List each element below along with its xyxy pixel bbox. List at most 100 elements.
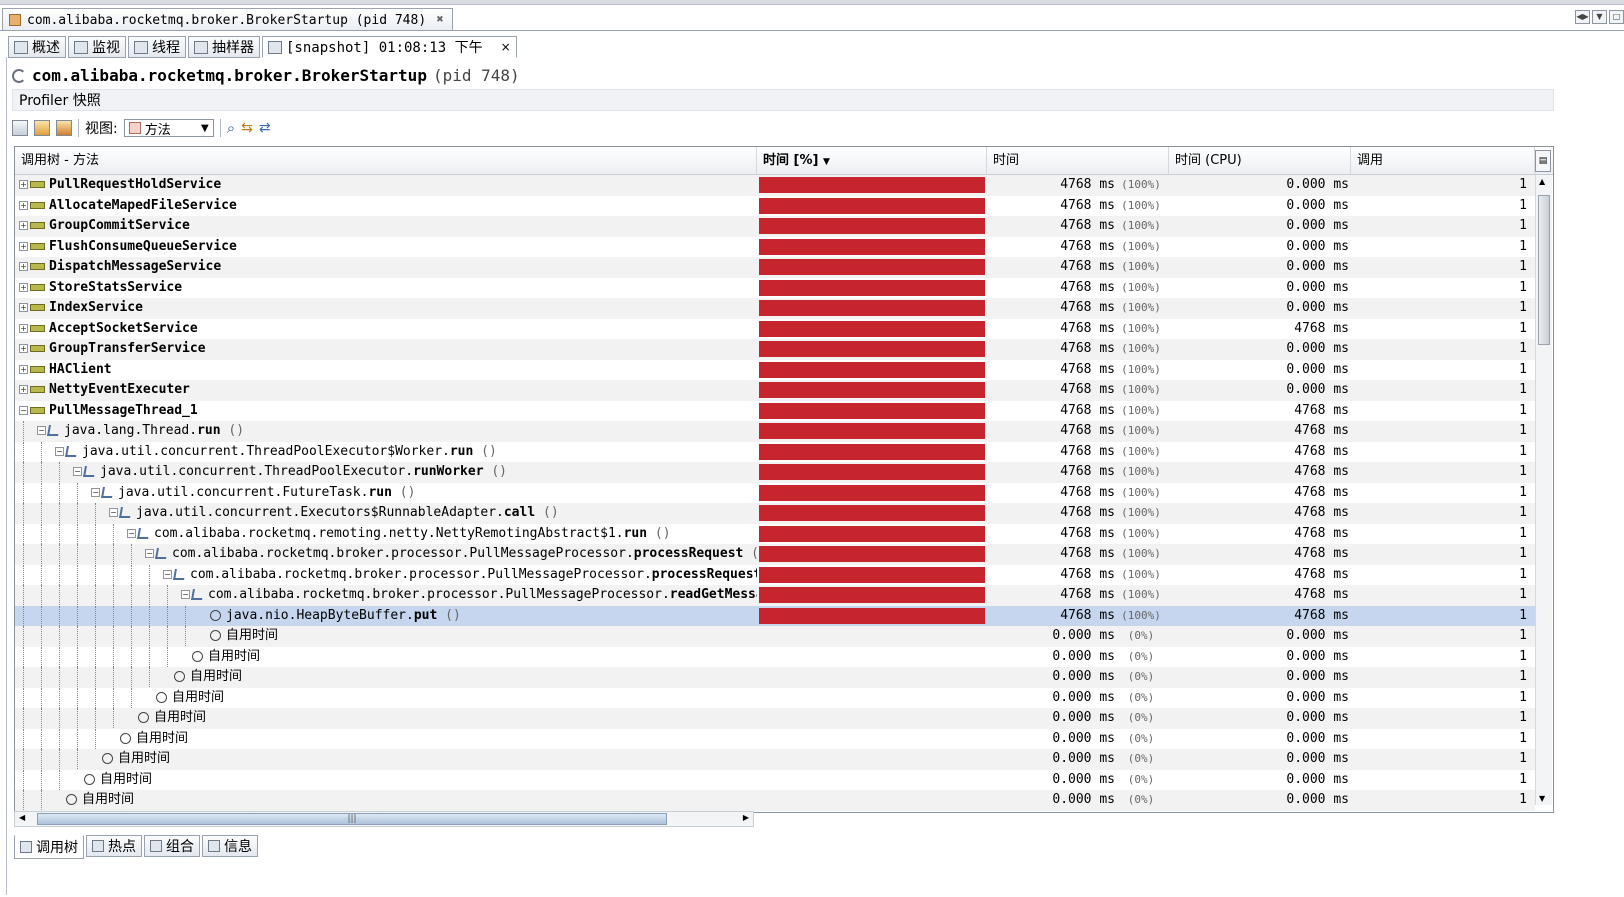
table-row[interactable]: + FlushConsumeQueueService 4768 ms (100%) 0.… <box>15 237 1535 258</box>
table-row[interactable]: − java.util.concurrent.FutureTask.run () 4… <box>15 482 1535 504</box>
tree-node[interactable]: 自用时间 <box>145 688 224 708</box>
table-row[interactable]: − com.alibaba.rocketmq.broker.processor.P… <box>15 544 1535 565</box>
column-header-time[interactable]: 时间 <box>987 147 1169 174</box>
tree-node[interactable]: + DispatchMessageService <box>19 257 221 277</box>
table-row[interactable]: + AllocateMapedFileService 4768 ms (100%) 0.… <box>15 196 1535 217</box>
export-image-icon[interactable] <box>56 120 72 136</box>
tree-node[interactable]: − PullMessageThread_1 <box>19 401 198 421</box>
bottom-tab-hotspots[interactable]: 热点 <box>86 835 142 857</box>
table-row[interactable]: 自用时间 0.000 ms (0%) 0.000 ms 1 <box>15 769 1535 791</box>
tree-node[interactable]: − com.alibaba.rocketmq.broker.processor.P… <box>181 585 757 605</box>
table-row[interactable]: + DispatchMessageService 4768 ms (100%) 0.00… <box>15 257 1535 278</box>
table-row[interactable]: − java.util.concurrent.ThreadPoolExecutor… <box>15 462 1535 483</box>
expand-icon[interactable]: + <box>19 364 28 374</box>
table-row[interactable]: 自用时间 0.000 ms (0%) 0.000 ms 1 <box>15 708 1535 729</box>
tab-threads[interactable]: 线程 <box>128 36 186 58</box>
table-row[interactable]: − com.alibaba.rocketmq.remoting.netty.Net… <box>15 523 1535 545</box>
table-row[interactable]: − java.lang.Thread.run () 4768 ms (100%) 476… <box>15 421 1535 442</box>
expand-icon[interactable]: + <box>19 344 28 353</box>
table-row[interactable]: java.nio.HeapByteBuffer.put () 4768 ms (10… <box>15 605 1535 626</box>
table-row[interactable]: + GroupTransferService 4768 ms (100%) 0.000 … <box>15 339 1535 360</box>
collapse-icon[interactable]: − <box>19 405 28 415</box>
tab-monitor[interactable]: 监视 <box>68 36 126 58</box>
expand-icon[interactable]: + <box>19 221 28 230</box>
collapse-icon[interactable]: − <box>55 446 64 456</box>
column-header-calls[interactable]: 调用 <box>1351 147 1535 174</box>
tree-node[interactable]: − com.alibaba.rocketmq.broker.processor.P… <box>163 565 757 585</box>
table-row[interactable]: + PullRequestHoldService 4768 ms (100%) 0.00… <box>15 175 1535 196</box>
collapse-icon[interactable]: − <box>181 590 190 599</box>
tree-node[interactable]: + GroupCommitService <box>19 216 190 236</box>
table-row[interactable]: + GroupCommitService 4768 ms (100%) 0.000 ms… <box>15 216 1535 237</box>
column-chooser-icon[interactable]: ▤ <box>1535 150 1551 172</box>
collapse-icon[interactable]: − <box>163 569 172 579</box>
tree-node[interactable]: 自用时间 <box>163 667 242 687</box>
table-row[interactable]: + StoreStatsService 4768 ms (100%) 0.000 ms 1 <box>15 278 1535 299</box>
tree-node[interactable]: + GroupTransferService <box>19 339 206 359</box>
save-icon[interactable] <box>12 120 28 136</box>
tree-node[interactable]: + AllocateMapedFileService <box>19 196 237 216</box>
tree-node[interactable]: 自用时间 <box>55 790 134 810</box>
column-header-tree[interactable]: 调用树 - 方法 <box>15 147 757 174</box>
bottom-tab-call-tree[interactable]: 调用树 <box>14 835 84 859</box>
maximize-icon[interactable]: □ <box>1609 10 1624 24</box>
find-next-icon[interactable]: ⇄ <box>259 120 271 136</box>
table-row[interactable]: − com.alibaba.rocketmq.broker.processor.P… <box>15 564 1535 586</box>
table-row[interactable]: − com.alibaba.rocketmq.broker.processor.P… <box>15 585 1535 606</box>
tree-node[interactable]: − java.util.concurrent.ThreadPoolExecutor… <box>73 462 507 482</box>
scroll-left-icon[interactable]: ◀ <box>19 813 25 822</box>
expand-icon[interactable]: + <box>19 303 28 312</box>
table-row[interactable]: + HAClient 4768 ms (100%) 0.000 ms 1 <box>15 360 1535 381</box>
table-row[interactable]: + AcceptSocketService 4768 ms (100%) 4768 ms… <box>15 319 1535 340</box>
collapse-icon[interactable]: − <box>73 467 82 476</box>
tree-node[interactable]: 自用时间 <box>127 708 206 728</box>
expand-icon[interactable]: + <box>19 200 28 210</box>
collapse-icon[interactable]: − <box>127 528 136 538</box>
table-row[interactable]: 自用时间 0.000 ms (0%) 0.000 ms 1 <box>15 790 1535 811</box>
tree-node[interactable]: + HAClient <box>19 360 112 380</box>
export-icon[interactable] <box>34 120 50 136</box>
table-row[interactable]: 自用时间 0.000 ms (0%) 0.000 ms 1 <box>15 687 1535 709</box>
scroll-up-icon[interactable]: ▲ <box>1539 177 1545 186</box>
expand-icon[interactable]: + <box>19 262 28 271</box>
tree-node[interactable]: 自用时间 <box>181 647 260 667</box>
collapse-icon[interactable]: − <box>145 549 154 558</box>
table-row[interactable]: + IndexService 4768 ms (100%) 0.000 ms 1 <box>15 298 1535 319</box>
expand-icon[interactable]: + <box>19 282 28 292</box>
vertical-scrollbar[interactable]: ▲ ▼ <box>1535 175 1552 805</box>
tree-node[interactable]: 自用时间 <box>109 729 188 749</box>
collapse-icon[interactable]: − <box>37 426 46 435</box>
column-header-cpu-time[interactable]: 时间 (CPU) <box>1169 147 1351 174</box>
table-row[interactable]: − PullMessageThread_1 4768 ms (100%) 4768 ms… <box>15 401 1535 422</box>
table-row[interactable]: + NettyEventExecuter 4768 ms (100%) 0.000 ms… <box>15 380 1535 401</box>
scroll-down-icon[interactable]: ▼ <box>1539 794 1545 803</box>
tree-node[interactable]: − java.util.concurrent.Executors$Runnable… <box>109 503 559 523</box>
table-row[interactable]: 自用时间 0.000 ms (0%) 0.000 ms 1 <box>15 626 1535 647</box>
expand-icon[interactable]: + <box>19 323 28 333</box>
horizontal-scrollbar[interactable]: ◀ ||| ▶ <box>14 811 754 827</box>
document-tab[interactable]: com.alibaba.rocketmq.broker.BrokerStartu… <box>2 8 453 31</box>
tab-sampler[interactable]: 抽样器 <box>188 36 260 58</box>
scroll-tabs-icon[interactable]: ◀▶ <box>1575 10 1590 24</box>
tree-node[interactable]: − java.util.concurrent.ThreadPoolExecutor… <box>55 442 497 462</box>
tree-node[interactable]: − java.util.concurrent.FutureTask.run () <box>91 483 415 503</box>
search-icon[interactable]: ⌕ <box>227 119 235 137</box>
tree-node[interactable]: − com.alibaba.rocketmq.broker.processor.P… <box>145 544 757 564</box>
close-icon[interactable]: × <box>501 40 511 54</box>
dropdown-icon[interactable]: ▼ <box>1592 10 1607 24</box>
find-previous-icon[interactable]: ⇆ <box>241 120 253 136</box>
collapse-icon[interactable]: − <box>109 508 118 517</box>
collapse-icon[interactable]: − <box>91 487 100 497</box>
tree-node[interactable]: − java.lang.Thread.run () <box>37 421 244 441</box>
column-header-time-percent[interactable]: 时间 [%] ▼ <box>757 147 987 174</box>
tree-node[interactable]: + NettyEventExecuter <box>19 380 190 400</box>
tab-snapshot[interactable]: [snapshot] 01:08:13 下午 × <box>262 36 517 58</box>
tree-node[interactable]: + PullRequestHoldService <box>19 175 221 195</box>
vertical-scroll-thumb[interactable] <box>1538 195 1550 345</box>
tree-node[interactable]: − com.alibaba.rocketmq.remoting.netty.Net… <box>127 524 671 544</box>
tree-node[interactable]: 自用时间 <box>199 626 278 646</box>
tree-node[interactable]: 自用时间 <box>73 770 152 790</box>
expand-icon[interactable]: + <box>19 385 28 394</box>
tree-node[interactable]: 自用时间 <box>91 749 170 769</box>
table-row[interactable]: 自用时间 0.000 ms (0%) 0.000 ms 1 <box>15 749 1535 770</box>
